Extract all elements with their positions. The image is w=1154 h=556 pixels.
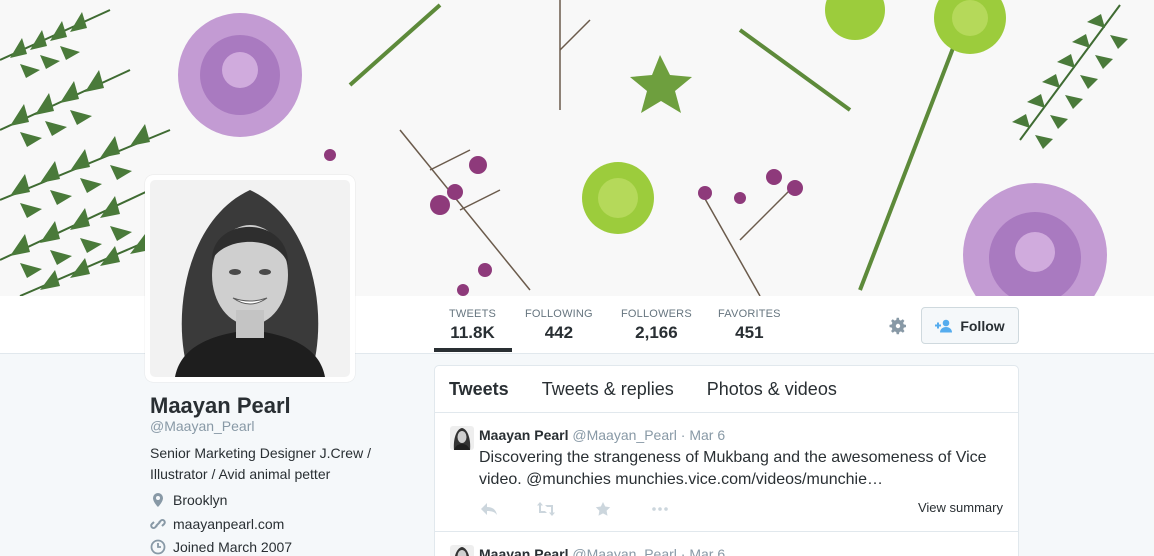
calendar-clock-icon xyxy=(150,539,166,555)
stat-label: TWEETS xyxy=(449,308,497,320)
location-pin-icon xyxy=(153,493,163,507)
tweet[interactable]: Maayan Pearl @Maayan_Pearl · Mar 6 Disco… xyxy=(435,413,1018,532)
stat-value: 442 xyxy=(544,323,574,342)
link-icon xyxy=(150,519,166,529)
stat-value: 11.8K xyxy=(450,323,495,342)
timeline: Tweets Tweets & replies Photos & videos … xyxy=(434,365,1019,556)
retweet-icon[interactable] xyxy=(536,501,556,517)
tweet-author-name[interactable]: Maayan Pearl xyxy=(479,427,569,443)
tab-tweets-replies[interactable]: Tweets & replies xyxy=(542,379,674,400)
profile-handle[interactable]: @Maayan_Pearl xyxy=(150,418,255,434)
reply-icon[interactable] xyxy=(479,501,499,517)
more-options-icon[interactable] xyxy=(650,501,670,517)
follow-button[interactable]: Follow xyxy=(921,307,1019,344)
stat-label: FOLLOWERS xyxy=(621,308,692,320)
add-user-icon xyxy=(935,319,953,332)
tweet-header: Maayan Pearl @Maayan_Pearl · Mar 6 xyxy=(479,546,725,556)
tweet-avatar[interactable] xyxy=(450,426,474,450)
profile-website[interactable]: maayanpearl.com xyxy=(150,516,284,532)
timeline-tabs: Tweets Tweets & replies Photos & videos xyxy=(435,366,1018,413)
stat-favorites[interactable]: FAVORITES 451 xyxy=(718,308,781,343)
profile-bio: Senior Marketing Designer J.Crew / Illus… xyxy=(150,445,371,482)
stat-label: FAVORITES xyxy=(718,308,781,320)
joined-text: Joined March 2007 xyxy=(173,539,293,555)
stat-value: 2,166 xyxy=(635,323,678,342)
stat-tweets[interactable]: TWEETS 11.8K xyxy=(433,308,513,352)
stat-followers[interactable]: FOLLOWERS 2,166 xyxy=(621,308,692,343)
tweet-date[interactable]: · Mar 6 xyxy=(681,546,725,556)
stat-label: FOLLOWING xyxy=(525,308,593,320)
tweet-text: Discovering the strangeness of Mukbang a… xyxy=(479,449,987,488)
stat-value: 451 xyxy=(735,323,764,342)
gear-icon[interactable] xyxy=(888,316,908,336)
tweet-author-handle[interactable]: @Maayan_Pearl xyxy=(572,546,677,556)
profile-name[interactable]: Maayan Pearl xyxy=(150,393,291,419)
tweet-avatar[interactable] xyxy=(450,545,474,556)
profile-joined: Joined March 2007 xyxy=(150,539,292,555)
tweet[interactable]: Maayan Pearl @Maayan_Pearl · Mar 6 xyxy=(435,533,1018,556)
follow-label: Follow xyxy=(960,317,1005,334)
avatar[interactable] xyxy=(145,175,355,382)
view-summary-link[interactable]: View summary xyxy=(918,500,1003,515)
tweet-date[interactable]: · Mar 6 xyxy=(681,427,725,443)
tweet-author-name[interactable]: Maayan Pearl xyxy=(479,546,569,556)
profile-location: Brooklyn xyxy=(150,492,227,508)
website-link[interactable]: maayanpearl.com xyxy=(173,516,284,532)
tweet-author-handle[interactable]: @Maayan_Pearl xyxy=(572,427,677,443)
favorite-star-icon[interactable] xyxy=(593,501,613,517)
tweet-actions xyxy=(479,501,670,517)
tweet-header: Maayan Pearl @Maayan_Pearl · Mar 6 xyxy=(479,427,725,443)
stat-following[interactable]: FOLLOWING 442 xyxy=(525,308,593,343)
location-text: Brooklyn xyxy=(173,492,228,508)
tab-tweets[interactable]: Tweets xyxy=(449,379,509,400)
tab-photos-videos[interactable]: Photos & videos xyxy=(707,379,837,400)
